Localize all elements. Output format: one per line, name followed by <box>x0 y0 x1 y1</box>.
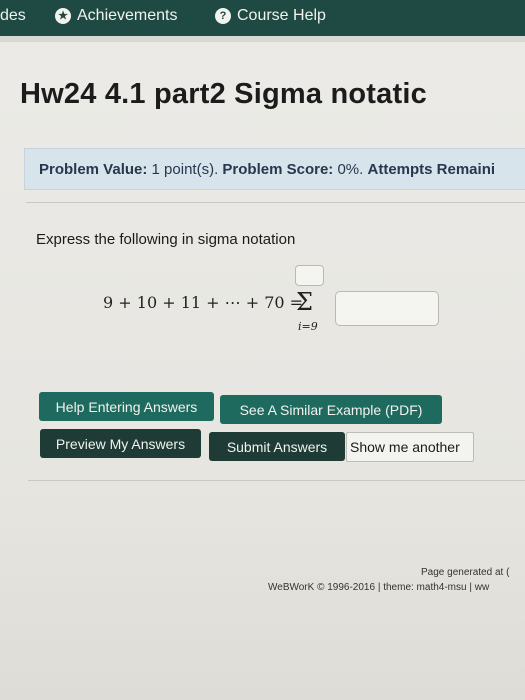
nav-item-course-help[interactable]: ? Course Help <box>215 7 326 25</box>
lower-limit: i=9 <box>298 320 318 333</box>
nav-label-course-help: Course Help <box>237 7 326 24</box>
question-icon: ? <box>215 8 231 24</box>
sum-expression: 9 + 10 + 11 + ⋯ + 70 = <box>103 293 304 312</box>
nav-label-achievements: Achievements <box>77 7 178 24</box>
copyright-text: WeBWorK © 1996-2016 | theme: math4-msu |… <box>268 582 490 593</box>
problem-info-bar: Problem Value: 1 point(s). Problem Score… <box>24 148 525 190</box>
problem-score: 0%. <box>337 160 364 178</box>
problem-value: 1 point(s). <box>151 160 219 178</box>
top-nav-bar: des ★ Achievements ? Course Help <box>0 0 525 36</box>
divider-top <box>26 202 525 203</box>
nav-item-partial[interactable]: des <box>0 7 26 25</box>
problem-score-label: Problem Score: <box>222 160 334 178</box>
summand-input[interactable] <box>335 291 439 326</box>
upper-limit-input[interactable] <box>295 265 324 286</box>
sigma-symbol: Σ <box>296 288 313 316</box>
page: des ★ Achievements ? Course Help Hw24 4.… <box>0 0 525 700</box>
divider-bottom <box>28 480 525 481</box>
nav-item-achievements[interactable]: ★ Achievements <box>55 7 178 25</box>
show-me-another-button[interactable]: Show me another <box>346 432 474 462</box>
submit-answers-button[interactable]: Submit Answers <box>209 432 345 461</box>
preview-answers-button[interactable]: Preview My Answers <box>40 429 201 458</box>
page-generated-text: Page generated at ( <box>421 567 510 578</box>
header-divider <box>0 36 525 42</box>
problem-value-label: Problem Value: <box>39 160 148 178</box>
page-title: Hw24 4.1 part2 Sigma notatic <box>20 78 427 110</box>
problem-prompt: Express the following in sigma notation <box>36 231 296 248</box>
help-entering-answers-button[interactable]: Help Entering Answers <box>39 392 214 421</box>
see-similar-example-button[interactable]: See A Similar Example (PDF) <box>220 395 442 424</box>
attempts-remaining-label: Attempts Remaini <box>367 160 496 178</box>
star-icon: ★ <box>55 8 71 24</box>
